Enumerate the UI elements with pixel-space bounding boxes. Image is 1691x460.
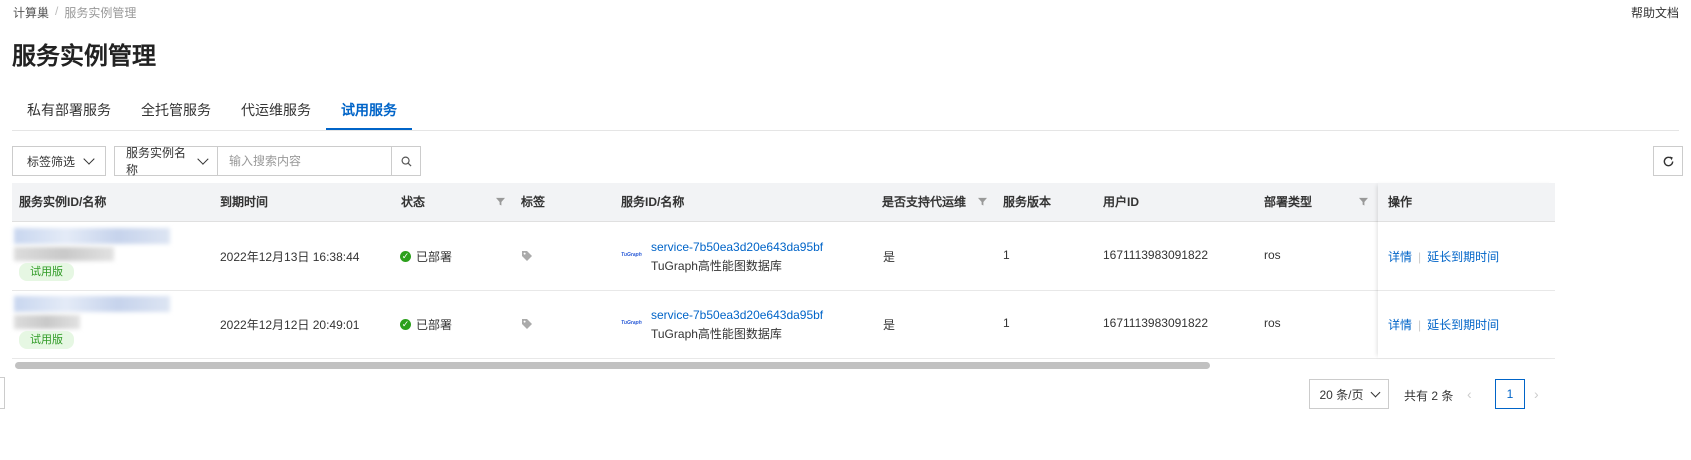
breadcrumb-root[interactable]: 计算巢 — [13, 4, 49, 21]
search-button[interactable] — [391, 146, 421, 176]
breadcrumb-current: 服务实例管理 — [64, 6, 137, 20]
service-version: 1 — [1003, 316, 1010, 330]
check-circle-icon: ✓ — [400, 319, 411, 330]
col-user-id: 用户ID — [1103, 195, 1140, 209]
deploy-type: ros — [1264, 248, 1281, 262]
col-tags: 标签 — [521, 195, 546, 209]
redacted-instance-name — [14, 315, 80, 329]
horizontal-scrollbar[interactable] — [15, 362, 1210, 369]
expire-time: 2022年12月12日 20:49:01 — [220, 318, 360, 332]
search-icon — [401, 156, 412, 167]
search-field-select[interactable]: 服务实例名称 — [114, 146, 218, 177]
filter-icon[interactable] — [978, 197, 987, 206]
tag-icon[interactable] — [521, 250, 533, 262]
breadcrumb: 计算巢 / 服务实例管理 — [13, 4, 136, 21]
search-field-label: 服务实例名称 — [126, 146, 187, 177]
col-status: 状态 — [401, 195, 426, 209]
status-text: 已部署 — [416, 250, 453, 264]
next-page-icon[interactable]: › — [1534, 386, 1539, 402]
table-header: 服务实例ID/名称 到期时间 状态 标签 服务ID/名称 是否支持代运维 服务版… — [12, 183, 1555, 222]
page-title: 服务实例管理 — [12, 43, 156, 70]
tab-bar: 私有部署服务 全托管服务 代运维服务 试用服务 — [12, 96, 1679, 131]
tag-filter-label: 标签筛选 — [27, 154, 76, 169]
tab-trial-service[interactable]: 试用服务 — [326, 96, 412, 130]
user-id: 1671113983091822 — [1103, 248, 1208, 262]
col-expire-time: 到期时间 — [220, 195, 269, 209]
status-cell: ✓ 已部署 — [400, 316, 452, 333]
table-row: 试用版 2022年12月13日 16:38:44 ✓ 已部署 TuGraph s… — [12, 222, 1555, 291]
filter-icon[interactable] — [1359, 197, 1368, 206]
chevron-down-icon — [1370, 387, 1380, 397]
redacted-instance-id — [14, 228, 170, 244]
col-instance-id: 服务实例ID/名称 — [19, 195, 107, 209]
managed-support: 是 — [883, 250, 896, 264]
tugraph-logo-icon: TuGraph — [621, 252, 642, 258]
service-name: TuGraph高性能图数据库 — [651, 259, 782, 273]
managed-support: 是 — [883, 318, 896, 332]
filter-icon[interactable] — [496, 197, 505, 206]
tab-private-deploy[interactable]: 私有部署服务 — [12, 96, 126, 130]
total-count: 共有 2 条 — [1404, 389, 1454, 403]
batch-action-edge[interactable] — [0, 377, 5, 409]
chevron-down-icon — [197, 153, 209, 165]
trial-badge: 试用版 — [19, 331, 74, 349]
service-name: TuGraph高性能图数据库 — [651, 327, 782, 341]
refresh-button[interactable] — [1653, 146, 1683, 176]
deploy-type: ros — [1264, 316, 1281, 330]
service-id-link[interactable]: service-7b50ea3d20e643da95bf — [651, 308, 823, 322]
page-number-current[interactable]: 1 — [1495, 379, 1525, 409]
tag-icon[interactable] — [521, 318, 533, 330]
table-row: 试用版 2022年12月12日 20:49:01 ✓ 已部署 TuGraph s… — [12, 290, 1555, 359]
refresh-icon — [1663, 155, 1673, 166]
service-instance-table: 服务实例ID/名称 到期时间 状态 标签 服务ID/名称 是否支持代运维 服务版… — [12, 183, 1555, 359]
service-version: 1 — [1003, 248, 1010, 262]
chevron-down-icon — [83, 153, 95, 165]
user-id: 1671113983091822 — [1103, 316, 1208, 330]
redacted-instance-id — [14, 296, 170, 312]
trial-badge: 试用版 — [19, 263, 74, 281]
expire-time: 2022年12月13日 16:38:44 — [220, 250, 360, 264]
help-docs-link[interactable]: 帮助文档 — [1631, 4, 1679, 21]
redacted-instance-name — [14, 247, 114, 261]
breadcrumb-separator: / — [55, 4, 59, 18]
tag-filter-button[interactable]: 标签筛选 — [12, 146, 106, 176]
fixed-actions-column-shadow — [1378, 183, 1555, 358]
check-circle-icon: ✓ — [400, 251, 411, 262]
col-version: 服务版本 — [1003, 195, 1052, 209]
tab-fully-managed[interactable]: 全托管服务 — [126, 96, 226, 130]
tugraph-logo-icon: TuGraph — [621, 320, 642, 326]
col-deploy-type: 部署类型 — [1264, 195, 1313, 209]
tab-managed-ops[interactable]: 代运维服务 — [226, 96, 326, 130]
status-text: 已部署 — [416, 318, 453, 332]
col-service-id: 服务ID/名称 — [621, 195, 685, 209]
prev-page-icon[interactable]: ‹ — [1467, 386, 1472, 402]
page-size-label: 20 条/页 — [1319, 387, 1364, 402]
page-size-select[interactable]: 20 条/页 — [1309, 379, 1389, 409]
service-id-link[interactable]: service-7b50ea3d20e643da95bf — [651, 240, 823, 254]
search-input[interactable] — [218, 146, 392, 176]
col-managed-support: 是否支持代运维 — [882, 195, 967, 209]
status-cell: ✓ 已部署 — [400, 248, 452, 265]
